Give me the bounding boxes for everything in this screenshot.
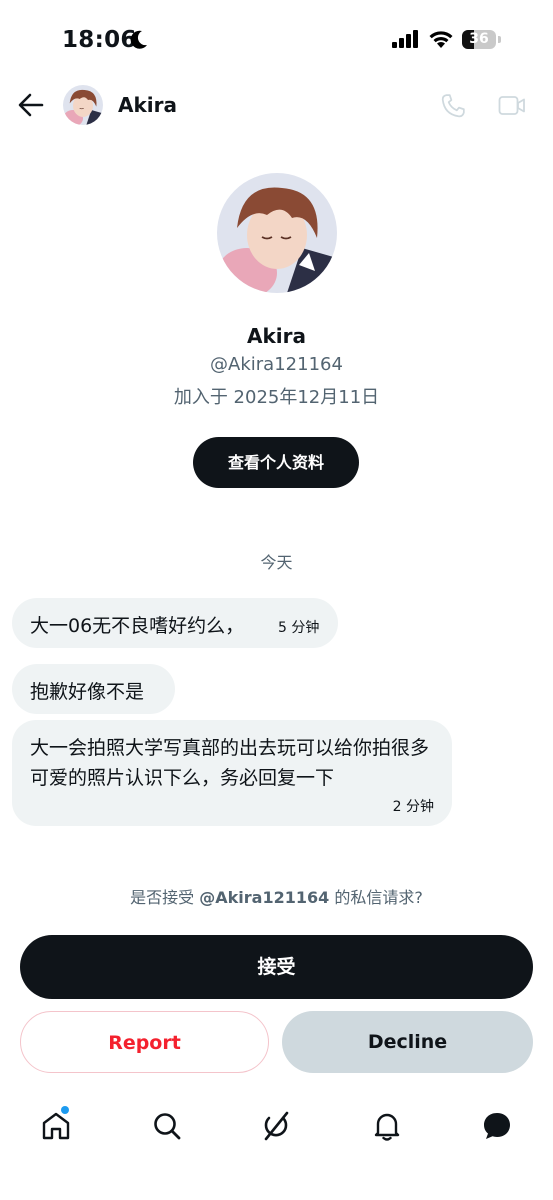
home-notification-dot [61, 1106, 69, 1114]
video-call-icon[interactable] [498, 95, 526, 117]
message-bubble[interactable]: 大一会拍照大学写真部的出去玩可以给你拍很多可爱的照片认识下么，务必回复一下 2 … [12, 720, 452, 826]
header-avatar[interactable] [63, 85, 103, 125]
wifi-icon [429, 31, 453, 48]
profile-name: Akira [247, 324, 306, 348]
accept-button[interactable]: 接受 [20, 935, 533, 999]
message-request-prompt: 是否接受 @Akira121164 的私信请求? [0, 884, 553, 908]
message-text: 大一会拍照大学写真部的出去玩可以给你拍很多可爱的照片认识下么，务必回复一下 [30, 737, 430, 789]
moon-icon [130, 30, 147, 49]
message-bubble[interactable]: 抱歉好像不是 [12, 664, 175, 714]
message-bubble[interactable]: 大一06无不良嗜好约么， 5 分钟 [12, 598, 338, 648]
status-time: 18:06 [62, 27, 137, 53]
profile-joined-date: 加入于 2025年12月11日 [173, 387, 380, 408]
message-time: 2 分钟 [392, 799, 434, 815]
grok-icon[interactable] [260, 1110, 292, 1142]
messages-icon[interactable] [481, 1110, 513, 1142]
decline-button[interactable]: Decline [282, 1011, 533, 1073]
date-separator: 今天 [260, 553, 293, 572]
cellular-signal-icon [392, 30, 418, 48]
battery-indicator: 36 [462, 30, 496, 49]
request-prefix: 是否接受 [130, 888, 200, 907]
report-button[interactable]: Report [20, 1011, 269, 1073]
request-suffix: 的私信请求? [329, 888, 423, 907]
message-time: 5 分钟 [278, 620, 320, 636]
home-icon[interactable] [40, 1110, 72, 1142]
view-profile-button[interactable]: 查看个人资料 [193, 437, 359, 488]
message-text: 大一06无不良嗜好约么， [30, 615, 245, 637]
message-text: 抱歉好像不是 [30, 681, 145, 703]
phone-call-icon[interactable] [440, 93, 466, 119]
search-icon[interactable] [151, 1110, 183, 1142]
header-name[interactable]: Akira [118, 93, 177, 117]
notifications-icon[interactable] [371, 1110, 403, 1142]
profile-handle: @Akira121164 [210, 354, 343, 375]
back-arrow-icon[interactable] [18, 92, 44, 118]
request-handle: @Akira121164 [199, 888, 330, 907]
battery-cap [498, 36, 501, 43]
profile-avatar[interactable] [217, 173, 337, 293]
